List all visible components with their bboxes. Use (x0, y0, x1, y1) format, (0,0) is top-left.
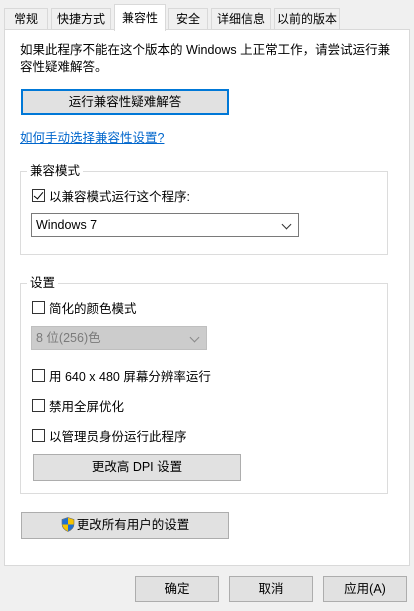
change-dpi-button[interactable]: 更改高 DPI 设置 (33, 454, 241, 481)
tab-security[interactable]: 安全 (168, 8, 208, 30)
tab-strip: 常规 快捷方式 兼容性 安全 详细信息 以前的版本 (4, 4, 410, 31)
checkbox-unchecked-icon[interactable] (32, 301, 45, 314)
disable-fullscreen-label: 禁用全屏优化 (49, 400, 125, 414)
reduced-color-checkbox[interactable]: 简化的颜色模式 (32, 298, 137, 317)
ok-button[interactable]: 确定 (135, 576, 219, 602)
checkbox-checked-icon[interactable] (32, 189, 45, 202)
disable-fullscreen-checkbox[interactable]: 禁用全屏优化 (32, 396, 124, 415)
chevron-down-icon (189, 332, 200, 343)
tab-details[interactable]: 详细信息 (211, 8, 271, 30)
manual-settings-link[interactable]: 如何手动选择兼容性设置? (20, 127, 164, 146)
chevron-down-icon (281, 219, 292, 230)
change-all-users-label: 更改所有用户的设置 (76, 518, 190, 532)
uac-shield-icon (61, 516, 75, 541)
compatibility-panel: 如果此程序不能在这个版本的 Windows 上正常工作，请尝试运行兼容性疑难解答… (4, 29, 410, 566)
run-as-admin-label: 以管理员身份运行此程序 (49, 430, 187, 444)
compat-mode-title: 兼容模式 (27, 163, 84, 179)
resolution-640-label: 用 640 x 480 屏幕分辨率运行 (49, 370, 211, 384)
run-as-admin-checkbox[interactable]: 以管理员身份运行此程序 (32, 426, 187, 445)
color-depth-value: 8 位(256)色 (36, 331, 101, 345)
checkbox-unchecked-icon[interactable] (32, 399, 45, 412)
checkbox-unchecked-icon[interactable] (32, 429, 45, 442)
cancel-button[interactable]: 取消 (229, 576, 313, 602)
checkbox-unchecked-icon[interactable] (32, 369, 45, 382)
tab-general[interactable]: 常规 (4, 8, 48, 30)
compat-mode-group: 兼容模式 以兼容模式运行这个程序: Windows 7 (20, 163, 388, 255)
os-version-value: Windows 7 (36, 218, 98, 232)
os-version-select[interactable]: Windows 7 (31, 213, 299, 237)
run-troubleshooter-button[interactable]: 运行兼容性疑难解答 (21, 89, 229, 115)
tab-shortcut[interactable]: 快捷方式 (51, 8, 111, 30)
color-depth-select: 8 位(256)色 (31, 326, 207, 350)
reduced-color-label: 简化的颜色模式 (49, 302, 137, 316)
intro-text: 如果此程序不能在这个版本的 Windows 上正常工作，请尝试运行兼容性疑难解答… (20, 43, 391, 74)
settings-title: 设置 (27, 275, 59, 291)
resolution-640-checkbox[interactable]: 用 640 x 480 屏幕分辨率运行 (32, 366, 211, 385)
tab-compatibility[interactable]: 兼容性 (114, 4, 166, 31)
settings-group: 设置 简化的颜色模式 8 位(256)色 用 640 x 480 屏幕分辨率运行… (20, 275, 388, 494)
apply-button[interactable]: 应用(A) (323, 576, 407, 602)
compat-mode-checkbox[interactable]: 以兼容模式运行这个程序: (32, 186, 190, 205)
change-all-users-button[interactable]: 更改所有用户的设置 (21, 512, 229, 539)
tab-previous-versions[interactable]: 以前的版本 (274, 8, 340, 30)
compat-mode-checkbox-label: 以兼容模式运行这个程序: (49, 190, 190, 204)
